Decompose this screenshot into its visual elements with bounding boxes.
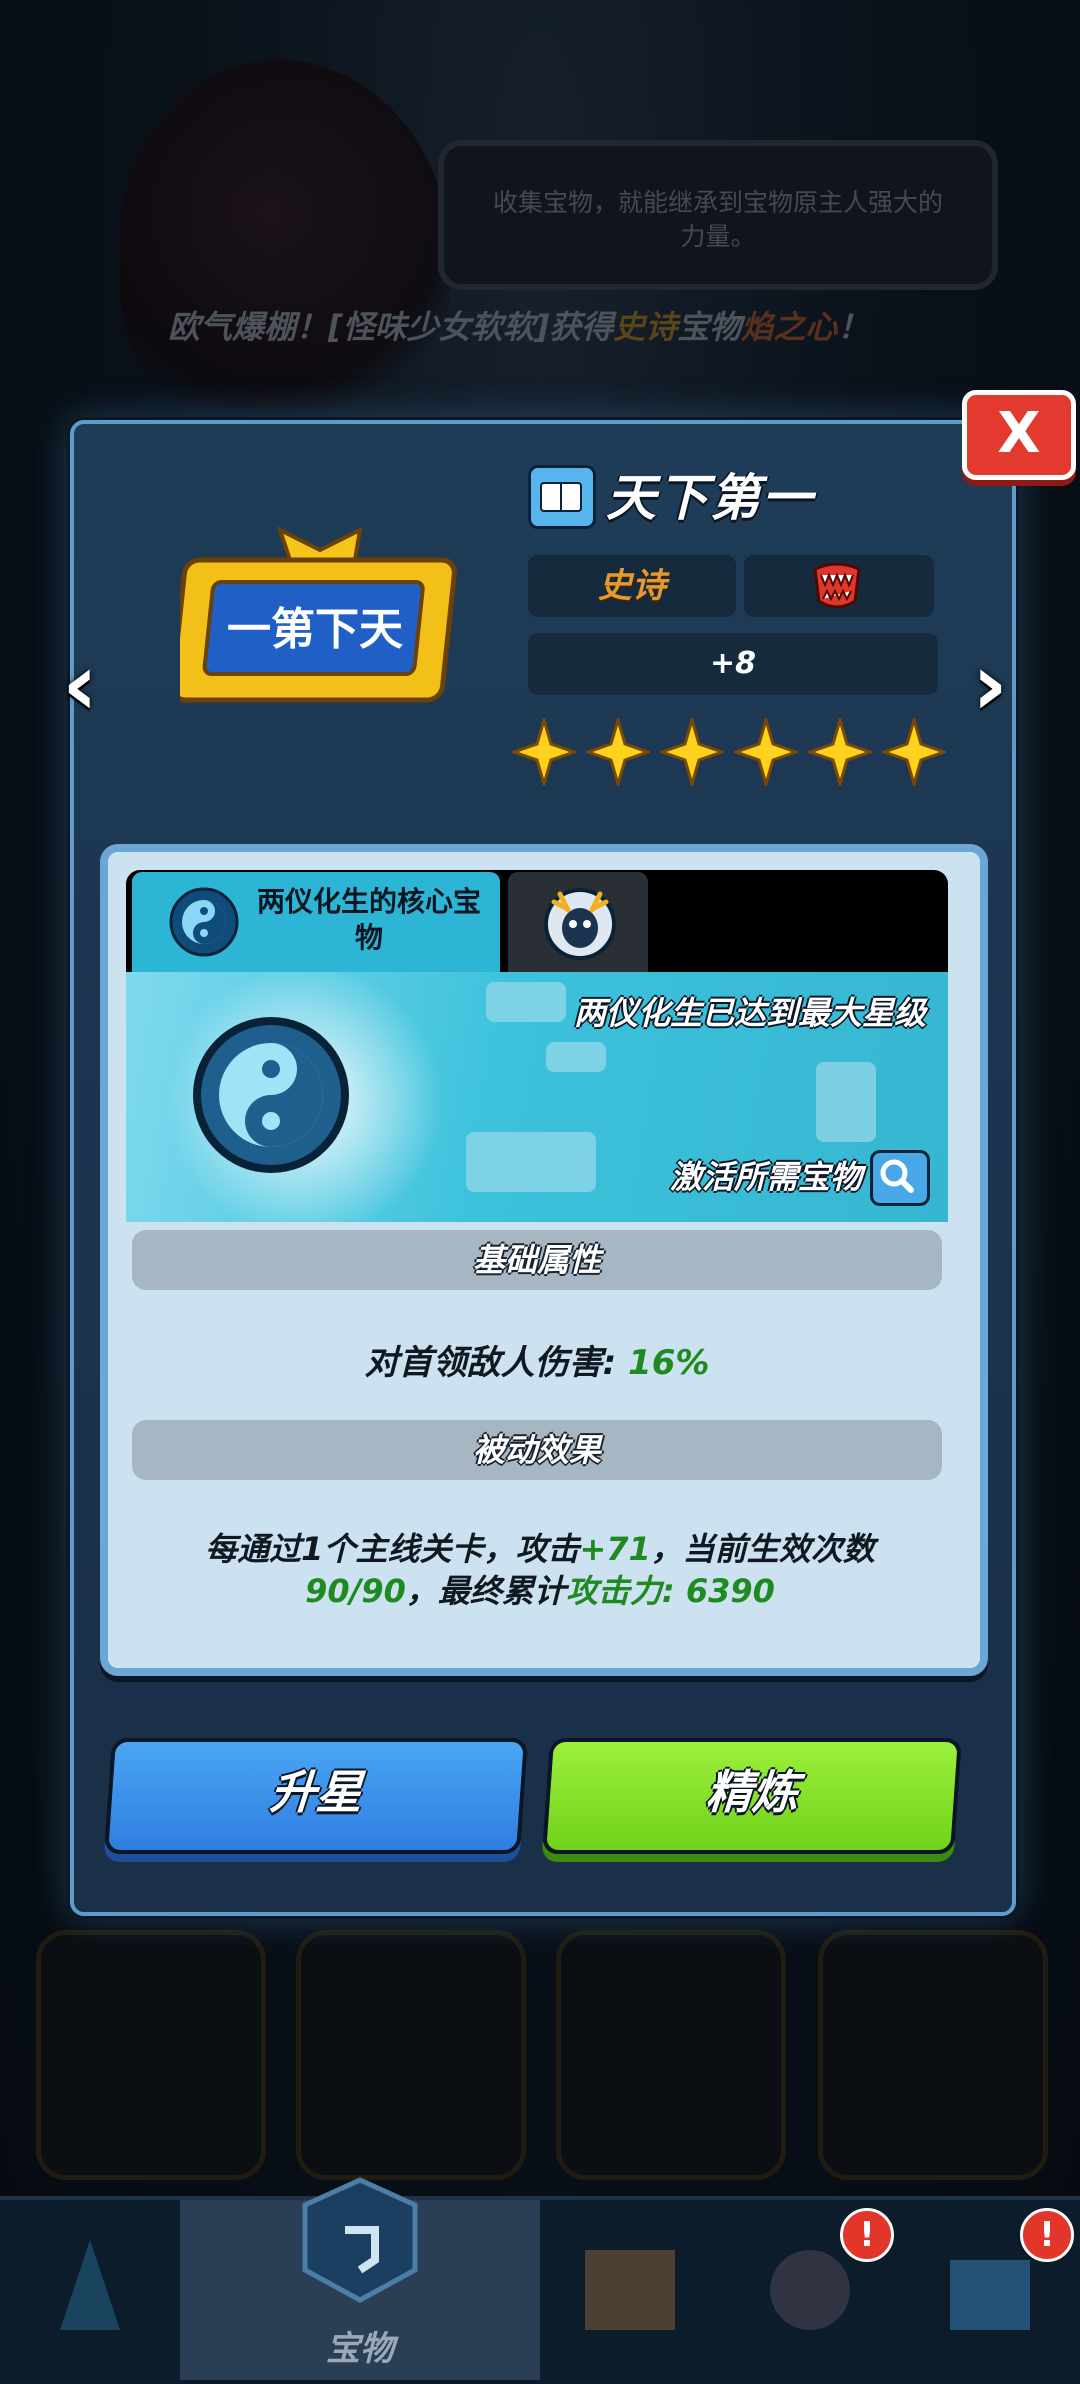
star-icon	[586, 718, 650, 786]
base-stat-value: 16%	[628, 1343, 710, 1383]
large-yin-yang-icon	[193, 1017, 349, 1173]
star-rating	[512, 718, 952, 788]
star-icon	[808, 718, 872, 786]
floating-rock	[546, 1042, 606, 1072]
nav-label-treasure: 宝物	[326, 2329, 394, 2369]
passive-total: 攻击力: 6390	[565, 1572, 775, 1610]
passive-part1: 每通过1个主线关卡，攻击	[205, 1530, 580, 1568]
next-arrow-button[interactable]: ›	[960, 640, 1020, 730]
deer-avatar-icon	[544, 888, 616, 960]
notification-badge: !	[1020, 2208, 1074, 2262]
star-icon	[660, 718, 724, 786]
monster-mouth-icon	[813, 562, 861, 609]
tab-character[interactable]	[508, 872, 648, 972]
base-stat-label: 对首领敌人伤害:	[364, 1343, 617, 1383]
close-button[interactable]: X	[962, 390, 1076, 480]
nav-tab-heroes[interactable]	[0, 2200, 180, 2380]
passive-bonus: +71	[579, 1530, 651, 1568]
floating-rock	[816, 1062, 876, 1142]
type-chip	[744, 555, 934, 617]
passive-part3: ，最终累计	[405, 1572, 566, 1610]
prev-arrow-button[interactable]: ‹	[50, 640, 110, 730]
bottom-navigation: 宝物 ! !	[0, 2177, 1080, 2380]
svg-text:一第下天: 一第下天	[227, 604, 403, 655]
notification-badge: !	[840, 2208, 894, 2262]
refine-button[interactable]: 精炼	[541, 1738, 963, 1854]
book-icon	[528, 465, 596, 529]
treasure-banner: 两仪化生已达到最大星级 激活所需宝物	[126, 972, 948, 1222]
nav-tab-shop[interactable]: !	[900, 2200, 1080, 2380]
search-button[interactable]	[870, 1150, 930, 1206]
passive-part2: ，当前生效次数	[650, 1530, 875, 1568]
star-icon	[512, 718, 576, 786]
search-icon	[880, 1159, 914, 1193]
passive-effect-text: 每通过1个主线关卡，攻击+71，当前生效次数 90/90，最终累计攻击力: 639…	[150, 1528, 930, 1612]
base-attributes-header: 基础属性	[132, 1230, 942, 1290]
passive-count: 90/90	[305, 1572, 406, 1610]
max-star-text: 两仪化生已达到最大星级	[573, 994, 926, 1032]
rarity-chip: 史诗	[528, 555, 736, 617]
nav-tab-characters[interactable]: !	[720, 2200, 900, 2380]
floating-rock	[466, 1132, 596, 1192]
star-icon	[882, 718, 946, 786]
treasure-shield-icon	[302, 2177, 418, 2303]
yin-yang-icon	[169, 887, 239, 957]
tab-core-treasure[interactable]: 两仪化生的核心宝物	[132, 872, 500, 972]
tab-label: 两仪化生的核心宝物	[256, 885, 481, 954]
star-icon	[734, 718, 798, 786]
level-chip: +8	[528, 633, 938, 695]
base-stat: 对首领敌人伤害: 16%	[126, 1335, 948, 1384]
item-title: 天下第一	[606, 469, 814, 527]
plaque-treasure-icon: 一第下天	[180, 526, 457, 703]
floating-rock	[486, 982, 566, 1022]
required-treasure-label: 激活所需宝物	[669, 1158, 862, 1196]
crystal-icon	[60, 2240, 120, 2330]
nav-tab-map[interactable]	[540, 2200, 720, 2380]
upgrade-star-button[interactable]: 升星	[103, 1738, 529, 1854]
passive-effect-header: 被动效果	[132, 1420, 942, 1480]
nav-tab-treasure[interactable]: 宝物	[180, 2177, 540, 2380]
map-icon	[585, 2250, 675, 2330]
